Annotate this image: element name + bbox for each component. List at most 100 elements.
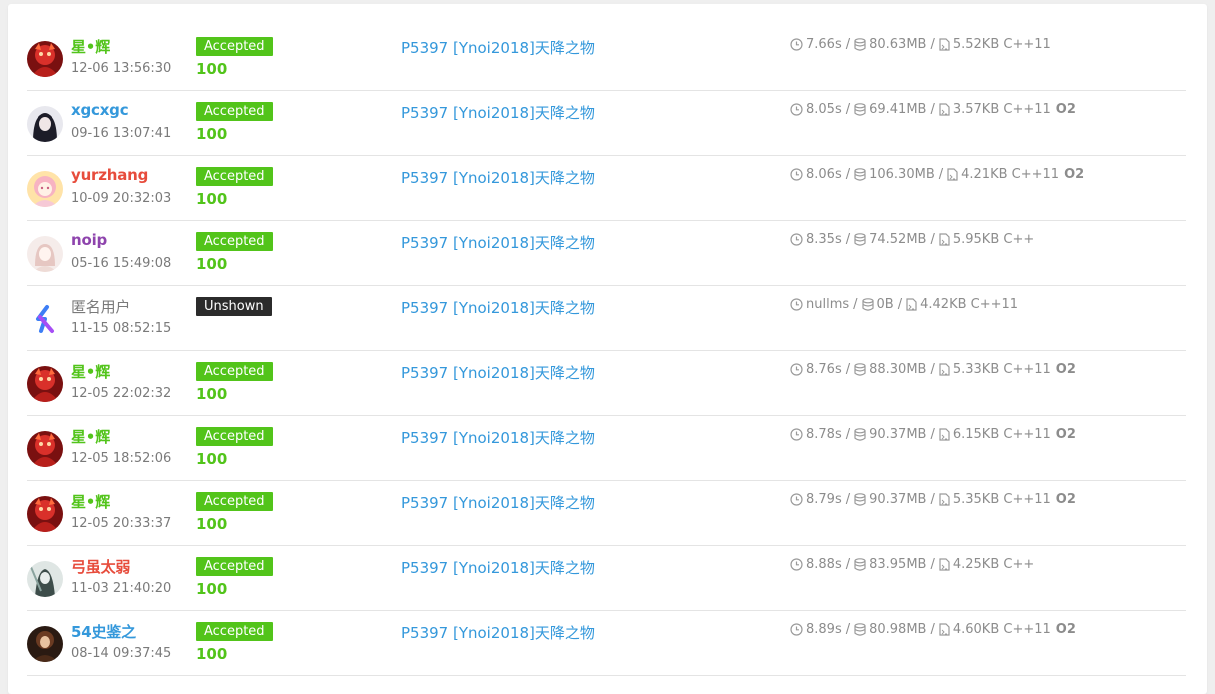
separator: /: [845, 232, 851, 247]
status-badge[interactable]: Accepted: [196, 102, 273, 121]
status-badge[interactable]: Accepted: [196, 492, 273, 511]
record-row: 弓虽太弱 11-03 21:40:20 Accepted 100 P5397 [Ynoi…: [27, 545, 1186, 611]
user-avatar[interactable]: [27, 496, 63, 532]
score-value: 100: [196, 190, 228, 208]
separator: /: [930, 232, 935, 247]
submit-time: 11-15 08:52:15: [71, 321, 172, 336]
memory-usage: 74.52MB: [869, 232, 927, 247]
file-code-icon: [939, 233, 950, 246]
submit-time: 08-14 09:37:45: [71, 646, 172, 661]
run-time: nullms: [806, 297, 850, 312]
score-value: 100: [196, 125, 228, 143]
separator: /: [938, 167, 944, 182]
user-avatar[interactable]: [27, 431, 63, 467]
separator: /: [845, 492, 851, 507]
clock-icon: [790, 233, 803, 246]
user-name-link[interactable]: 54史鉴之: [71, 621, 136, 642]
problem-link[interactable]: P5397 [Ynoi2018]天降之物: [401, 37, 595, 58]
record-row: 匿名用户 11-15 08:52:15 Unshown P5397 [Ynoi2018…: [27, 285, 1186, 351]
language: C++11: [1011, 167, 1060, 182]
code-size: 4.21KB: [961, 167, 1008, 182]
code-size: 5.35KB: [952, 492, 1000, 507]
database-icon: [861, 298, 874, 311]
language: C++: [1003, 232, 1035, 247]
record-meta: 7.66s/80.63MB/5.52KB C++11: [790, 37, 1051, 52]
separator: /: [853, 297, 858, 312]
problem-link[interactable]: P5397 [Ynoi2018]天降之物: [401, 427, 595, 448]
memory-usage: 80.63MB: [869, 37, 927, 52]
submit-time: 05-16 15:49:08: [71, 256, 172, 271]
clock-icon: [790, 558, 803, 571]
clock-icon: [790, 623, 803, 636]
language: C++11: [1003, 362, 1051, 377]
submit-time: 12-06 13:56:30: [71, 61, 172, 76]
user-avatar[interactable]: [27, 301, 63, 337]
database-icon: [854, 428, 866, 441]
clock-icon: [790, 363, 803, 376]
status-badge[interactable]: Accepted: [196, 427, 273, 446]
user-name-link[interactable]: 星•辉: [71, 426, 110, 447]
problem-link[interactable]: P5397 [Ynoi2018]天降之物: [401, 492, 595, 513]
database-icon: [854, 558, 866, 571]
file-code-icon: [906, 298, 917, 311]
record-meta: 8.78s/90.37MB/6.15KB C++11 O2: [790, 427, 1076, 442]
user-name-link[interactable]: yurzhang: [71, 166, 148, 184]
submit-time: 12-05 20:33:37: [71, 516, 172, 531]
user-name-link[interactable]: noip: [71, 231, 107, 249]
separator: /: [845, 102, 851, 117]
language: C++11: [1003, 37, 1051, 52]
file-code-icon: [939, 103, 950, 116]
file-code-icon: [939, 38, 950, 51]
status-badge[interactable]: Accepted: [196, 232, 273, 251]
problem-link[interactable]: P5397 [Ynoi2018]天降之物: [401, 557, 595, 578]
user-name-link[interactable]: 星•辉: [71, 361, 110, 382]
clock-icon: [790, 428, 803, 441]
language: C++11: [970, 297, 1019, 312]
record-row: noip 05-16 15:49:08 Accepted 100 P5397 [Ynoi…: [27, 220, 1186, 286]
user-name-link[interactable]: 星•辉: [71, 36, 110, 57]
status-badge[interactable]: Accepted: [196, 557, 273, 576]
record-row: yurzhang 10-09 20:32:03 Accepted 100 P5397 […: [27, 155, 1186, 221]
file-code-icon: [939, 493, 950, 506]
status-badge[interactable]: Accepted: [196, 622, 273, 641]
record-meta: 8.79s/90.37MB/5.35KB C++11 O2: [790, 492, 1076, 507]
o2-flag: O2: [1055, 102, 1076, 117]
problem-link[interactable]: P5397 [Ynoi2018]天降之物: [401, 232, 595, 253]
problem-link[interactable]: P5397 [Ynoi2018]天降之物: [401, 102, 595, 123]
problem-link[interactable]: P5397 [Ynoi2018]天降之物: [401, 167, 595, 188]
separator: /: [930, 622, 935, 637]
run-time: 8.88s: [806, 557, 842, 572]
user-avatar[interactable]: [27, 561, 63, 597]
score-value: 100: [196, 255, 228, 273]
user-avatar[interactable]: [27, 236, 63, 272]
o2-flag: O2: [1064, 167, 1085, 182]
user-avatar[interactable]: [27, 366, 63, 402]
user-avatar[interactable]: [27, 626, 63, 662]
memory-usage: 83.95MB: [869, 557, 927, 572]
user-name-link[interactable]: 弓虽太弱: [71, 556, 130, 577]
separator: /: [845, 362, 851, 377]
code-size: 6.15KB: [952, 427, 1000, 442]
separator: /: [897, 297, 903, 312]
user-name-link[interactable]: 匿名用户: [71, 296, 130, 317]
user-avatar[interactable]: [27, 171, 63, 207]
record-list-card: 星•辉 12-06 13:56:30 Accepted 100 P5397 [Ynoi2…: [8, 4, 1207, 694]
status-badge[interactable]: Accepted: [196, 362, 273, 381]
user-name-link[interactable]: xgcxgc: [71, 101, 129, 119]
problem-link[interactable]: P5397 [Ynoi2018]天降之物: [401, 297, 595, 318]
separator: /: [930, 492, 935, 507]
status-badge[interactable]: Unshown: [196, 297, 272, 316]
status-badge[interactable]: Accepted: [196, 167, 273, 186]
problem-link[interactable]: P5397 [Ynoi2018]天降之物: [401, 622, 595, 643]
memory-usage: 69.41MB: [869, 102, 927, 117]
language: C++11: [1003, 492, 1051, 507]
code-size: 5.33KB: [952, 362, 1000, 377]
status-badge[interactable]: Accepted: [196, 37, 273, 56]
user-avatar[interactable]: [27, 106, 63, 142]
user-name-link[interactable]: 星•辉: [71, 491, 110, 512]
code-size: 3.57KB: [952, 102, 1000, 117]
separator: /: [930, 362, 935, 377]
user-avatar[interactable]: [27, 41, 63, 77]
problem-link[interactable]: P5397 [Ynoi2018]天降之物: [401, 362, 595, 383]
record-row: 星•辉 12-05 20:33:37 Accepted 100 P5397 [Ynoi2…: [27, 480, 1186, 546]
